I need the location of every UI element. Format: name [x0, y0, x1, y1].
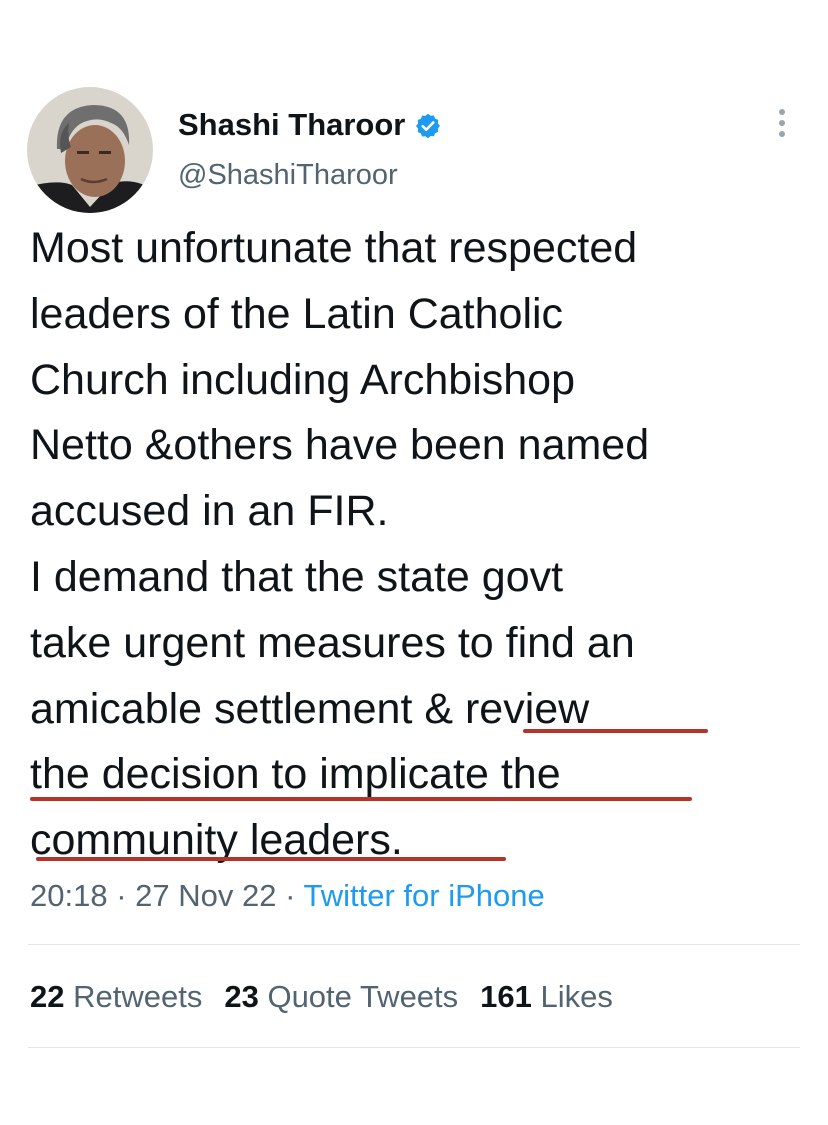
quote-tweets-count: 23 — [224, 979, 259, 1014]
tweet-time: 20:18 — [30, 878, 108, 913]
quote-tweets-stat[interactable]: 23 Quote Tweets — [224, 977, 458, 1017]
meta-separator: · — [116, 878, 127, 913]
tweet-line: Church including Archbishop — [30, 355, 575, 404]
divider — [28, 944, 800, 945]
display-name-text: Shashi Tharoor — [178, 107, 406, 142]
highlight-underline — [36, 857, 506, 861]
divider — [28, 1047, 800, 1048]
likes-count: 161 — [480, 979, 532, 1014]
tweet-meta: 20:18 · 27 Nov 22 · Twitter for iPhone — [30, 876, 545, 916]
likes-stat[interactable]: 161 Likes — [480, 977, 613, 1017]
avatar[interactable] — [27, 87, 153, 213]
tweet-line: Netto &others have been named — [30, 421, 650, 470]
retweets-label: Retweets — [73, 979, 203, 1014]
retweets-count: 22 — [30, 979, 65, 1014]
tweet-line: take urgent measures to find an — [30, 618, 635, 667]
tweet-line: Most unfortunate that respected — [30, 224, 638, 272]
author-display-name[interactable]: Shashi Tharoor — [178, 106, 442, 144]
author-handle[interactable]: @ShashiTharoor — [178, 157, 398, 193]
verified-badge-icon — [414, 111, 442, 139]
meta-separator: · — [285, 878, 296, 913]
tweet-date: 27 Nov 22 — [135, 878, 277, 913]
tweet-stats: 22 Retweets 23 Quote Tweets 161 Likes — [30, 977, 635, 1017]
tweet-text: Most unfortunate that respected leaders … — [30, 216, 820, 874]
tweet-line: community leaders. — [30, 816, 403, 865]
tweet-line: I demand that the state govt — [30, 552, 564, 601]
tweet-source-link[interactable]: Twitter for iPhone — [304, 878, 545, 913]
quote-tweets-label: Quote Tweets — [267, 979, 459, 1014]
tweet-line: accused in an FIR. — [30, 487, 389, 536]
highlight-underline — [523, 729, 708, 733]
likes-label: Likes — [540, 979, 613, 1014]
retweets-stat[interactable]: 22 Retweets — [30, 977, 202, 1017]
tweet-line: leaders of the Latin Catholic — [30, 289, 564, 338]
highlight-underline — [30, 797, 692, 801]
avatar-photo — [27, 87, 153, 213]
more-vertical-icon[interactable] — [770, 104, 794, 144]
